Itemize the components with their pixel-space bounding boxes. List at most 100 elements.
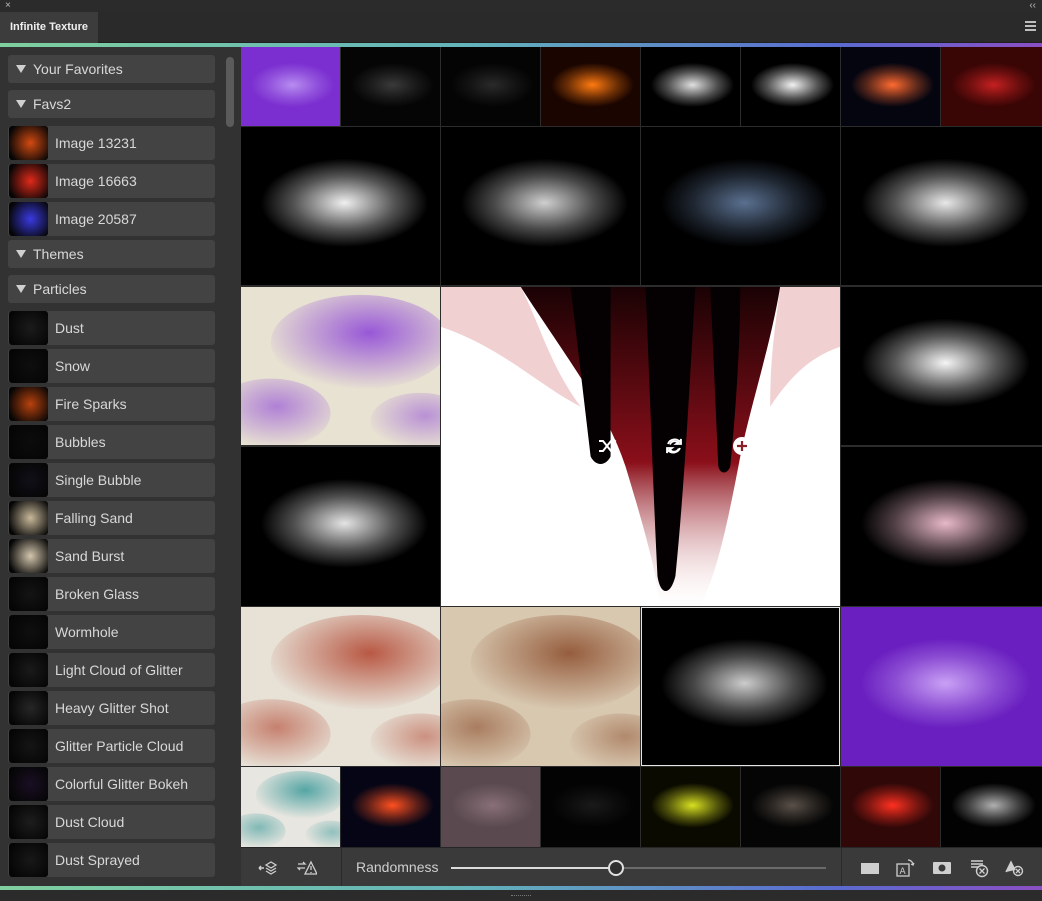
- tile-purple-glitter-large[interactable]: [841, 607, 1042, 766]
- toolbar-separator: [841, 848, 842, 887]
- sidebar-item-fire-sparks[interactable]: Fire Sparks: [8, 387, 215, 421]
- sidebar-item-sand-burst[interactable]: Sand Burst: [8, 539, 215, 573]
- thumbnail: [9, 767, 48, 801]
- tile-dark-smoke-small[interactable]: [441, 47, 540, 126]
- sidebar-item-light-cloud-of-glitter[interactable]: Light Cloud of Glitter: [8, 653, 215, 687]
- sidebar-item-glitter-particle-cloud[interactable]: Glitter Particle Cloud: [8, 729, 215, 763]
- sidebar-item-label: Image 13231: [55, 135, 137, 151]
- category-sidebar[interactable]: Your Favorites Favs2 Image 13231 Image 1666…: [0, 47, 240, 886]
- chevron-down-icon: [16, 100, 26, 108]
- sidebar-item-label: Colorful Glitter Bokeh: [55, 776, 189, 792]
- chevron-down-icon: [16, 65, 26, 73]
- clear-layers-icon[interactable]: [1004, 858, 1024, 878]
- tile-dark-splash-small[interactable]: [341, 47, 440, 126]
- remove-stack-icon[interactable]: [969, 858, 989, 878]
- tile-torn-paper[interactable]: [241, 447, 440, 606]
- tile-glitter-bokeh[interactable]: [841, 447, 1042, 606]
- thumbnail: [9, 349, 48, 383]
- tile-rust-texture[interactable]: [441, 607, 640, 766]
- sidebar-item-label: Wormhole: [55, 624, 119, 640]
- sidebar-item-label: Snow: [55, 358, 91, 374]
- sidebar-item-bubbles[interactable]: Bubbles: [8, 425, 215, 459]
- thumbnail: [9, 164, 48, 198]
- randomness-slider-track[interactable]: [451, 867, 826, 869]
- tile-dark-dust[interactable]: [541, 767, 640, 847]
- section-themes[interactable]: Themes: [8, 240, 215, 268]
- thumbnail: [9, 501, 48, 535]
- sidebar-item-image-20587[interactable]: Image 20587: [8, 202, 215, 236]
- sidebar-item-dust-sprayed[interactable]: Dust Sprayed: [8, 843, 215, 877]
- randomness-label: Randomness: [356, 859, 439, 875]
- resize-grip[interactable]: [511, 895, 531, 897]
- sidebar-item-snow[interactable]: Snow: [8, 349, 215, 383]
- tile-dark-spray[interactable]: [941, 767, 1042, 847]
- tile-liquid-splash-selected[interactable]: [641, 607, 840, 766]
- sidebar-item-label: Fire Sparks: [55, 396, 127, 412]
- sidebar-item-dust-cloud[interactable]: Dust Cloud: [8, 805, 215, 839]
- layers-arrow-icon[interactable]: [257, 858, 278, 878]
- tile-dark-glow[interactable]: [741, 767, 840, 847]
- section-your-favorites[interactable]: Your Favorites: [8, 55, 215, 83]
- section-label: Themes: [33, 246, 84, 262]
- tile-white-cloud-small[interactable]: [741, 47, 840, 126]
- sidebar-item-label: Dust Sprayed: [55, 852, 140, 868]
- tile-dark-liquid[interactable]: [641, 127, 840, 285]
- tile-fire-small[interactable]: [541, 47, 640, 126]
- sidebar-item-wormhole[interactable]: Wormhole: [8, 615, 215, 649]
- tab-infinite-texture[interactable]: Infinite Texture: [0, 12, 98, 43]
- thumbnail: [9, 691, 48, 725]
- swap-warning-icon[interactable]: [296, 858, 319, 878]
- thumbnail: [9, 126, 48, 160]
- tile-white-milk-pour[interactable]: [841, 287, 1042, 445]
- close-icon[interactable]: ×: [5, 0, 11, 12]
- tile-red-laser[interactable]: [841, 767, 940, 847]
- sidebar-item-label: Image 20587: [55, 211, 137, 227]
- randomness-slider-thumb[interactable]: [608, 860, 624, 876]
- tile-action-overlay: [441, 435, 840, 457]
- sidebar-item-falling-sand[interactable]: Falling Sand: [8, 501, 215, 535]
- toolbar-separator: [341, 848, 342, 887]
- tile-white-splash-small[interactable]: [641, 47, 740, 126]
- add-circle-icon[interactable]: [731, 435, 753, 457]
- camera-icon[interactable]: [932, 858, 952, 878]
- tile-lens-flare-small[interactable]: [841, 47, 940, 126]
- sidebar-item-broken-glass[interactable]: Broken Glass: [8, 577, 215, 611]
- tile-red-vortex-small[interactable]: [941, 47, 1042, 126]
- sidebar-item-single-bubble[interactable]: Single Bubble: [8, 463, 215, 497]
- tile-milk-wave[interactable]: [841, 127, 1042, 285]
- section-particles[interactable]: Particles: [8, 275, 215, 303]
- sidebar-item-colorful-glitter-bokeh[interactable]: Colorful Glitter Bokeh: [8, 767, 215, 801]
- sidebar-item-image-13231[interactable]: Image 13231: [8, 126, 215, 160]
- thumbnail: [9, 843, 48, 877]
- thumbnail: [9, 202, 48, 236]
- shuffle-icon[interactable]: [596, 435, 618, 457]
- section-favs2[interactable]: Favs2: [8, 90, 215, 118]
- menu-icon[interactable]: [1025, 21, 1036, 31]
- sidebar-item-heavy-glitter-shot[interactable]: Heavy Glitter Shot: [8, 691, 215, 725]
- tile-mauve-grain[interactable]: [441, 767, 540, 847]
- tile-yellow-swirl[interactable]: [641, 767, 740, 847]
- refresh-icon[interactable]: [663, 435, 685, 457]
- sidebar-item-label: Light Cloud of Glitter: [55, 662, 183, 678]
- thumbnail: [9, 653, 48, 687]
- thumbnail: [9, 425, 48, 459]
- tile-blue-flare[interactable]: [341, 767, 440, 847]
- sidebar-item-image-16663[interactable]: Image 16663: [8, 164, 215, 198]
- thumbnail: [9, 577, 48, 611]
- rectangle-icon[interactable]: [860, 858, 880, 878]
- sidebar-item-label: Heavy Glitter Shot: [55, 700, 169, 716]
- tile-red-floral-texture[interactable]: [241, 607, 440, 766]
- tile-teal-watercolor[interactable]: [241, 767, 340, 847]
- collapse-icon[interactable]: ‹‹: [1029, 0, 1036, 12]
- heart-icon[interactable]: [527, 435, 549, 457]
- section-label: Your Favorites: [33, 61, 123, 77]
- thumbnail: [9, 729, 48, 763]
- sidebar-item-dust[interactable]: Dust: [8, 311, 215, 345]
- text-replace-icon[interactable]: A: [895, 858, 915, 878]
- tile-feathers[interactable]: [441, 127, 640, 285]
- tile-red-drips-featured[interactable]: [441, 287, 840, 606]
- tile-purple-watercolor[interactable]: [241, 287, 440, 445]
- sidebar-scrollbar[interactable]: [226, 57, 234, 127]
- tile-white-splash-large[interactable]: [241, 127, 440, 285]
- tile-purple-glitter-small[interactable]: [241, 47, 340, 126]
